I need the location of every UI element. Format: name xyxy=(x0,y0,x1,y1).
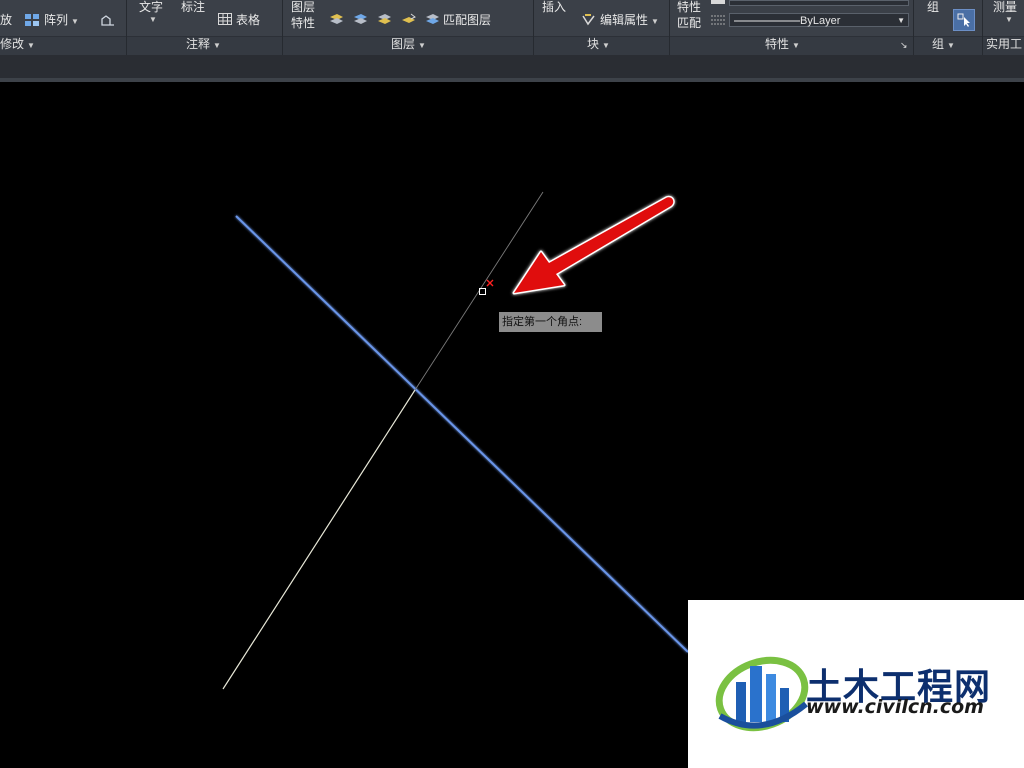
group-button[interactable]: 组 xyxy=(927,0,939,14)
array-icon xyxy=(24,13,39,26)
panel-divider xyxy=(669,0,670,55)
panel-title-modify[interactable]: 修改 ▼ xyxy=(0,37,35,53)
match-properties-line1[interactable]: 特性 xyxy=(677,0,701,14)
color-combo[interactable] xyxy=(729,0,909,6)
chevron-down-icon: ▼ xyxy=(792,41,800,50)
layer-properties-line2[interactable]: 特性 xyxy=(291,16,315,30)
insert-button[interactable]: 插入 xyxy=(542,0,566,14)
text-button[interactable]: 文字 xyxy=(139,0,163,14)
chevron-down-icon: ▼ xyxy=(418,41,426,50)
ribbon-panel-title-bar xyxy=(0,36,1024,56)
panel-divider xyxy=(126,0,127,55)
selected-blue-line[interactable] xyxy=(235,215,689,653)
layer-lock-icon[interactable] xyxy=(377,13,391,26)
layer-properties-line1[interactable]: 图层 xyxy=(291,0,315,14)
linetype-value: ByLayer xyxy=(800,15,841,27)
stretch-icon[interactable] xyxy=(100,13,114,26)
command-prompt-tooltip: 指定第一个角点: xyxy=(499,312,602,332)
panel-title-annotation[interactable]: 注释 ▼ xyxy=(186,37,221,53)
chevron-down-icon: ▼ xyxy=(213,41,221,50)
cursor-cross-icon xyxy=(486,279,494,287)
chevron-down-icon: ▼ xyxy=(947,41,955,50)
edit-attributes-icon xyxy=(581,13,595,26)
measure-button[interactable]: 测量 xyxy=(993,0,1017,14)
chevron-down-icon: ▼ xyxy=(602,41,610,50)
match-layer-icon[interactable] xyxy=(425,13,439,26)
panel-title-groups[interactable]: 组 ▼ xyxy=(932,37,955,53)
chevron-down-icon[interactable]: ▼ xyxy=(1005,15,1013,24)
layer-current-icon[interactable] xyxy=(401,13,416,26)
match-layer-button[interactable]: 匹配图层 xyxy=(443,13,491,27)
panel-title-properties[interactable]: 特性 ▼ xyxy=(765,37,800,53)
panel-divider xyxy=(913,0,914,55)
civilcn-logo-icon xyxy=(715,656,809,732)
panel-title-block[interactable]: 块 ▼ xyxy=(587,37,610,53)
group-select-button[interactable] xyxy=(953,9,975,31)
linetype-combo[interactable]: ByLayer ▼ xyxy=(729,13,909,27)
panel-divider xyxy=(282,0,283,55)
red-arrow-icon xyxy=(512,195,675,295)
panel-launcher-icon[interactable]: ↘ xyxy=(900,38,908,52)
layer-isolate-icon[interactable] xyxy=(329,13,343,26)
chevron-down-icon: ▼ xyxy=(71,17,79,26)
mirror-button-label[interactable]: 放 xyxy=(0,13,12,27)
table-button[interactable]: 表格 xyxy=(236,13,260,27)
array-label: 阵列 xyxy=(44,13,69,27)
panel-divider xyxy=(982,0,983,55)
table-icon xyxy=(218,13,232,26)
group-select-icon xyxy=(957,13,970,27)
panel-divider xyxy=(533,0,534,55)
chevron-down-icon: ▼ xyxy=(897,16,905,25)
watermark-url: www.civilcn.com xyxy=(806,696,984,718)
match-properties-line2[interactable]: 匹配 xyxy=(677,16,701,30)
watermark-logo: 土木工程网 www.civilcn.com xyxy=(688,600,1024,768)
white-line[interactable] xyxy=(222,389,416,690)
color-swatch-icon xyxy=(711,0,725,4)
array-button[interactable]: 阵列 ▼ xyxy=(44,13,79,29)
linetype-preview-icon xyxy=(734,20,800,22)
chevron-down-icon: ▼ xyxy=(27,41,35,50)
chevron-down-icon[interactable]: ▼ xyxy=(149,15,157,24)
panel-title-layers[interactable]: 图层 ▼ xyxy=(391,37,426,53)
chevron-down-icon: ▼ xyxy=(651,17,659,26)
layer-freeze-icon[interactable] xyxy=(353,13,367,26)
edit-attributes-button[interactable]: 编辑属性 ▼ xyxy=(600,13,659,29)
linetype-icon xyxy=(711,14,725,27)
dimension-button[interactable]: 标注 xyxy=(181,0,205,14)
panel-title-utilities[interactable]: 实用工 xyxy=(986,37,1022,51)
ribbon: 放 阵列 ▼ 修改 ▼ 文字 ▼ 标注 表格 注释 ▼ 图层 特性 匹配图层 图层 ▼ … xyxy=(0,0,1024,56)
